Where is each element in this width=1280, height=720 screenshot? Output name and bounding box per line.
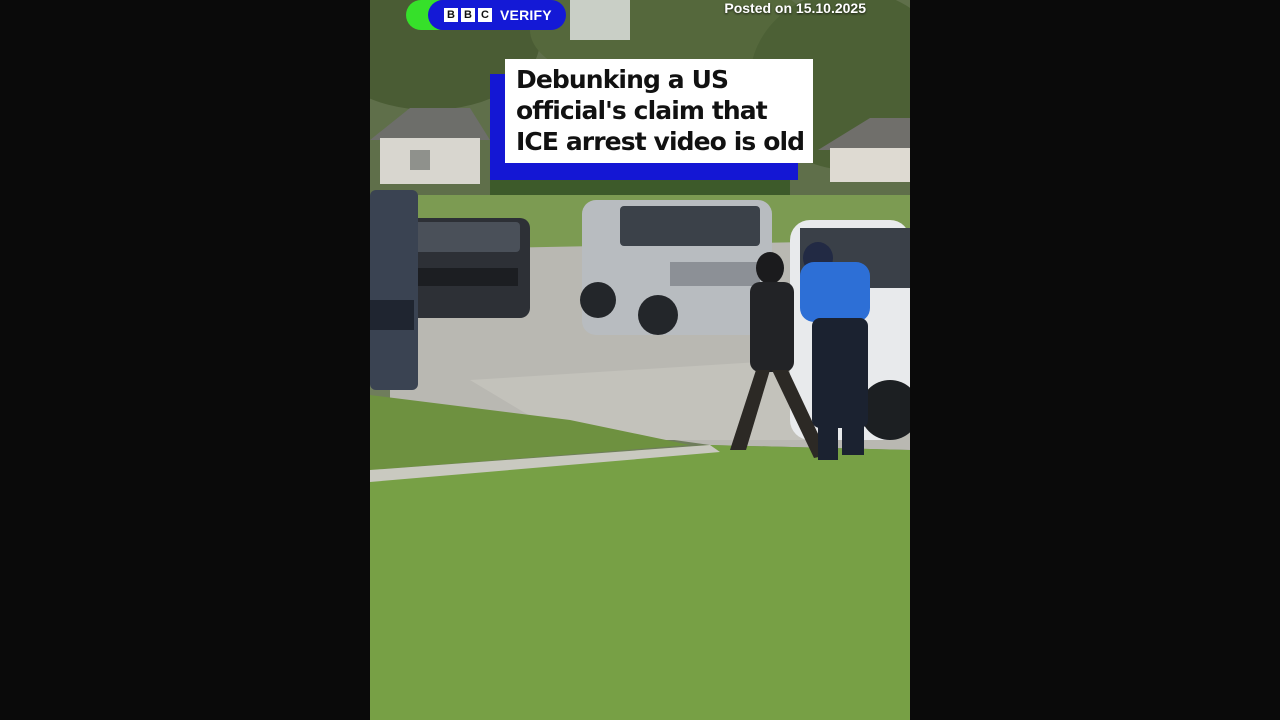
bbc-logo-letter: B <box>461 8 475 22</box>
headline-line: Debunking a US <box>516 65 729 94</box>
posted-date: Posted on 15.10.2025 <box>724 0 866 16</box>
bbc-verify-badge: B B C VERIFY <box>406 0 566 30</box>
headline-line: official's claim that <box>516 96 768 125</box>
bbc-logo-letter: B <box>444 8 458 22</box>
headline-card: Debunking a US official's claim that ICE… <box>505 59 813 163</box>
bbc-logo-letter: C <box>478 8 492 22</box>
verify-label: VERIFY <box>500 7 552 23</box>
bbc-verify-pill: B B C VERIFY <box>428 0 566 30</box>
video-player[interactable]: B B C VERIFY Posted on 15.10.2025 Debunk… <box>370 0 910 720</box>
headline-line: ICE arrest video is old <box>516 127 805 156</box>
